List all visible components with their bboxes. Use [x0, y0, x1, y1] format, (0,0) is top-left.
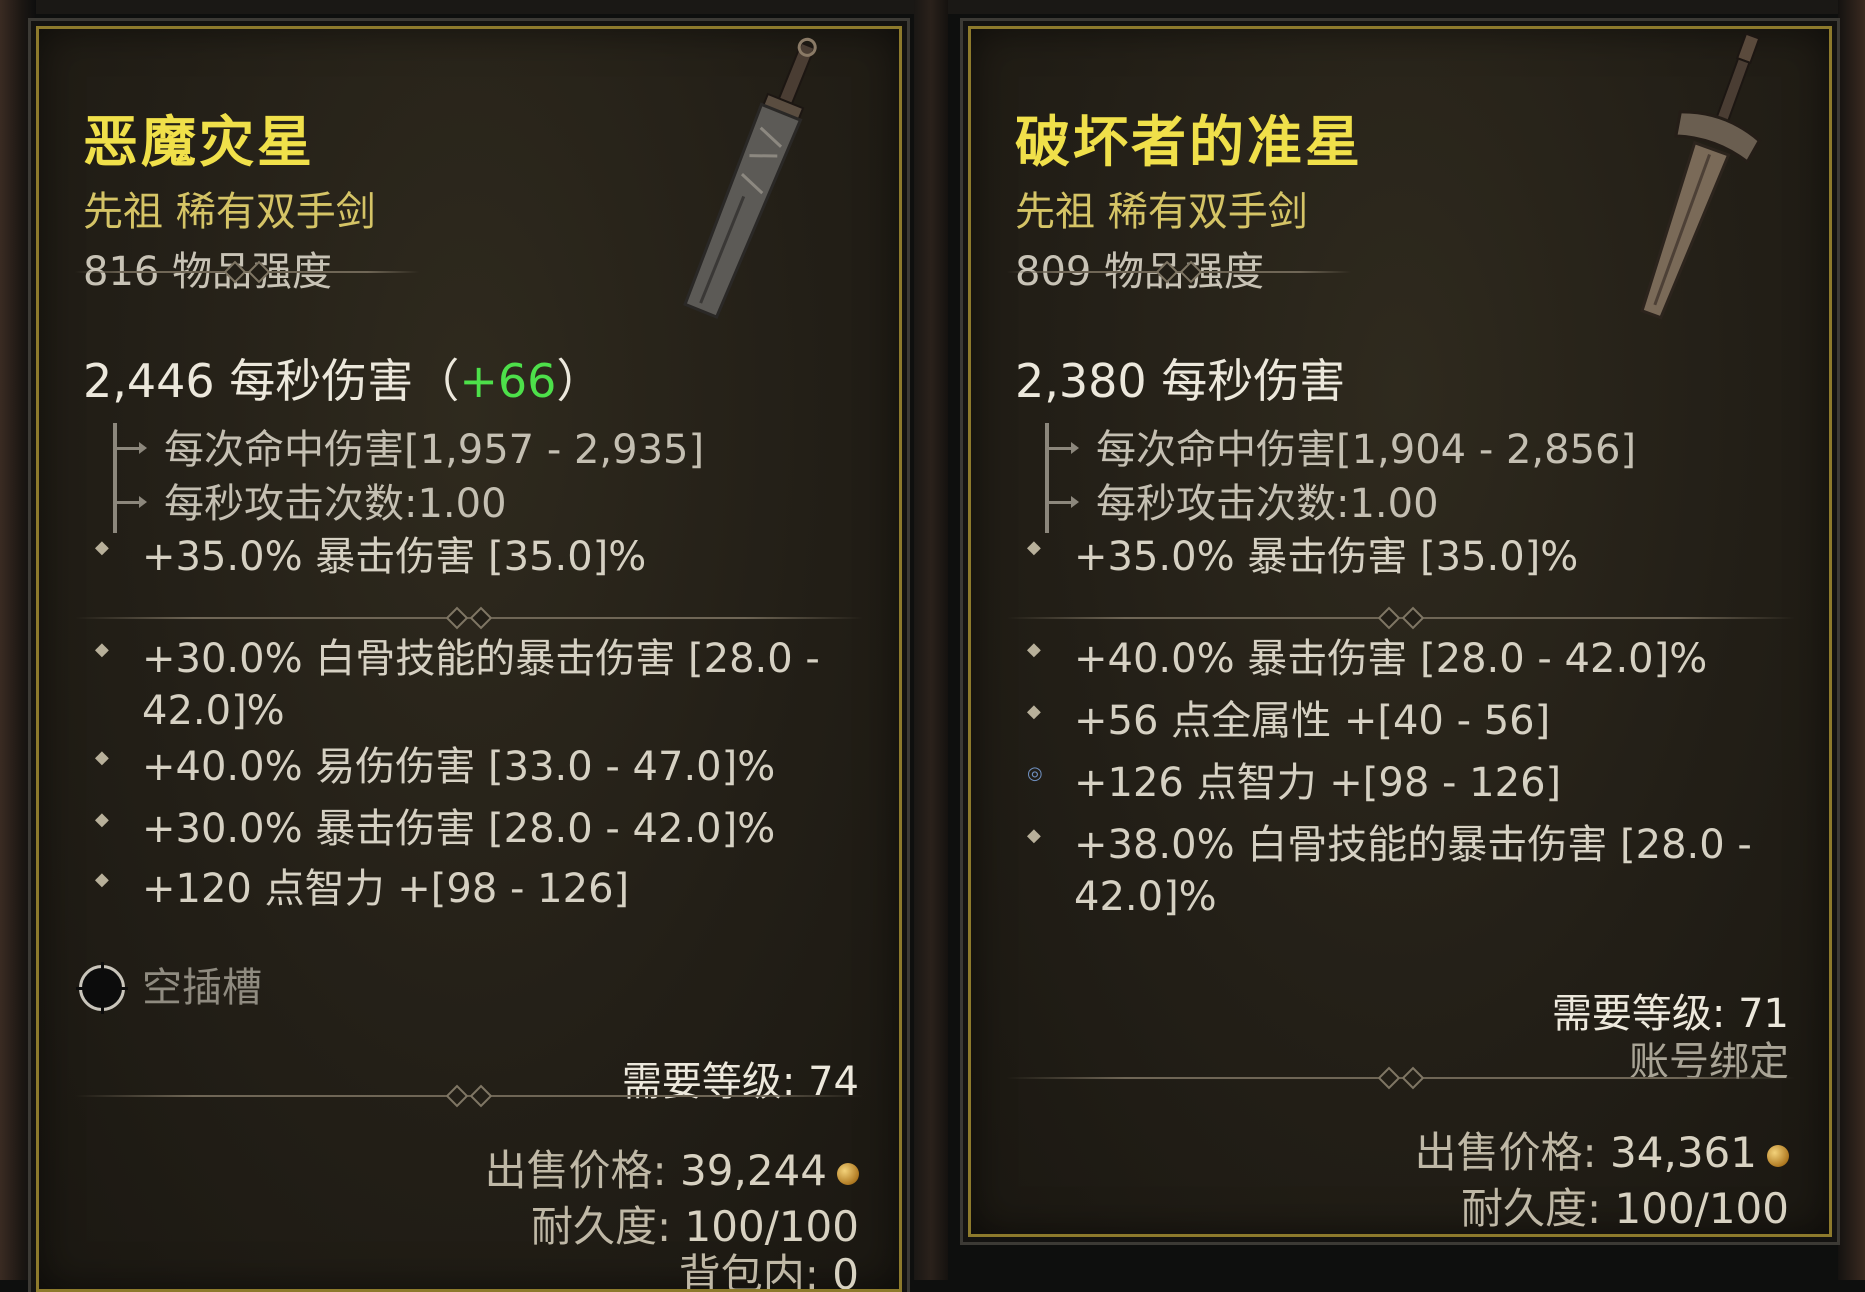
bullet-icon: ◆ — [95, 639, 109, 660]
affix-line: +126 点智力 +[98 - 126] — [1074, 760, 1562, 806]
stat-tick — [1045, 496, 1079, 508]
bullet-icon: ◆ — [1027, 639, 1041, 660]
attacks-per-second: 每秒攻击次数:1.00 — [164, 481, 507, 527]
divider — [75, 260, 419, 284]
stat-tick — [113, 442, 147, 454]
dps-value: 2,446 每秒伤害 — [83, 354, 414, 408]
affix-line: +38.0% 白骨技能的暴击伤害 [28.0 - 42.0]% — [1074, 822, 1752, 920]
sell-price: 出售价格: 39,244 — [485, 1137, 859, 1198]
dps-delta: +66 — [459, 354, 557, 408]
sell-price-value: 39,244 — [680, 1146, 827, 1195]
implicit-affix: +35.0% 暴击伤害 [35.0]% — [142, 534, 647, 580]
item-type: 先祖 稀有双手剑 — [1015, 189, 1308, 235]
sell-price-label: 出售价格: — [1414, 1128, 1597, 1177]
durability-label: 耐久度: — [1461, 1184, 1602, 1233]
dps-value: 2,380 每秒伤害 — [1015, 354, 1346, 408]
background-right-edge — [1838, 0, 1865, 1280]
bullet-icon: ◆ — [95, 869, 109, 890]
bullet-icon: ◆ — [1027, 537, 1041, 558]
item-tooltip-right: 破坏者的准星 先祖 稀有双手剑 809 物品强度 2,380 每秒伤害 每次命中… — [968, 26, 1832, 1237]
bullet-icon: ◆ — [95, 537, 109, 558]
background-left-edge — [0, 0, 36, 1280]
required-level: 需要等级: 74 — [621, 1059, 859, 1105]
bullet-icon: ◆ — [1027, 825, 1041, 846]
dps-line: 2,380 每秒伤害 — [1015, 345, 1345, 411]
implicit-affix: +35.0% 暴击伤害 [35.0]% — [1074, 534, 1579, 580]
stat-tick — [1045, 442, 1079, 454]
gold-coin-icon — [837, 1162, 859, 1185]
item-power: 816 物品强度 — [83, 249, 333, 295]
bullet-icon: ◆ — [1027, 701, 1041, 722]
affix-line: +120 点智力 +[98 - 126] — [142, 866, 630, 912]
gold-coin-icon — [1767, 1144, 1789, 1167]
bullet-icon: ◎ — [1027, 763, 1043, 784]
sell-price: 出售价格: 34,361 — [1415, 1119, 1789, 1180]
affix-line: +30.0% 白骨技能的暴击伤害 [28.0 - 42.0]% — [142, 636, 820, 734]
divider — [75, 606, 863, 630]
stat-tick — [113, 496, 147, 508]
bullet-icon: ◆ — [95, 809, 109, 830]
item-power: 809 物品强度 — [1015, 249, 1265, 295]
dps-line: 2,446 每秒伤害（+66） — [83, 354, 603, 408]
affix-line: +40.0% 暴击伤害 [28.0 - 42.0]% — [1074, 636, 1708, 682]
durability: 耐久度: 100/100 — [1461, 1175, 1789, 1234]
sell-price-label: 出售价格: — [484, 1146, 667, 1195]
divider — [1007, 1066, 1795, 1090]
longsword-icon — [1640, 32, 1762, 320]
durability-value: 100/100 — [1614, 1184, 1789, 1233]
stat-branch-line — [113, 423, 117, 533]
greatsword-icon — [683, 37, 817, 319]
attacks-per-second: 每秒攻击次数:1.00 — [1096, 481, 1439, 527]
bullet-icon: ◆ — [95, 747, 109, 768]
affix-line: +30.0% 暴击伤害 [28.0 - 42.0]% — [142, 806, 776, 852]
in-bag-label: 背包内: — [678, 1250, 819, 1292]
item-name: 破坏者的准星 — [1015, 109, 1364, 174]
affix-line: +56 点全属性 +[40 - 56] — [1074, 698, 1551, 744]
item-name: 恶魔灾星 — [83, 109, 316, 174]
durability-label: 耐久度: — [531, 1202, 672, 1251]
in-bag: 背包内: 0 — [678, 1241, 859, 1292]
background-gap — [914, 0, 948, 1280]
item-type: 先祖 稀有双手剑 — [83, 189, 376, 235]
item-tooltip-left: 恶魔灾星 先祖 稀有双手剑 816 物品强度 2,446 每秒伤害（+66） 每… — [36, 26, 902, 1292]
damage-per-hit: 每次命中伤害[1,904 - 2,856] — [1096, 427, 1637, 473]
in-bag-value: 0 — [832, 1250, 859, 1292]
damage-per-hit: 每次命中伤害[1,957 - 2,935] — [164, 427, 705, 473]
socket-label: 空插槽 — [142, 965, 262, 1011]
divider — [75, 1084, 863, 1108]
sell-price-value: 34,361 — [1610, 1128, 1757, 1177]
divider — [1007, 260, 1351, 284]
empty-socket-icon — [76, 962, 128, 1014]
affix-line: +40.0% 易伤伤害 [33.0 - 47.0]% — [142, 744, 776, 790]
stat-branch-line — [1045, 423, 1049, 533]
divider — [1007, 606, 1795, 630]
